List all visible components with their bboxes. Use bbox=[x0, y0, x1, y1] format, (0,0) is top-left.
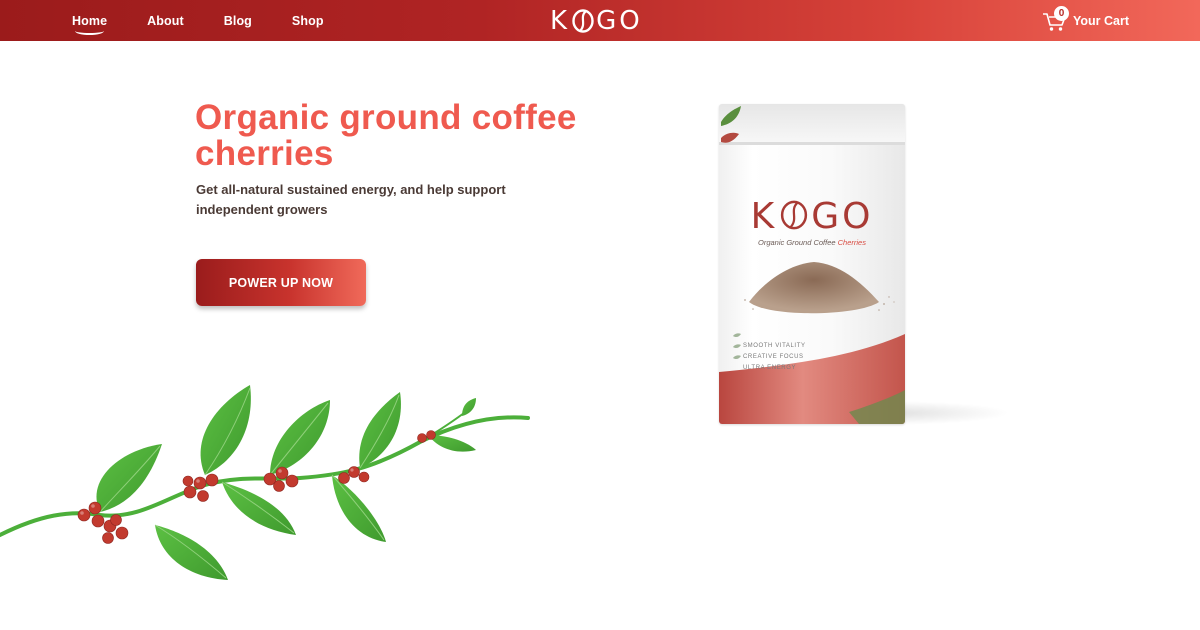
nav-shop-link[interactable]: Shop bbox=[292, 14, 324, 28]
brand-logo[interactable]: K GO bbox=[550, 6, 643, 36]
brand-logo-left: K bbox=[550, 6, 571, 36]
bag-brand-logo: K GO bbox=[719, 196, 905, 237]
coffee-bean-logo-icon bbox=[572, 9, 594, 33]
coffee-bean-icon bbox=[781, 200, 808, 230]
hero-title: Organic ground coffee cherries bbox=[195, 98, 577, 173]
bag-tagline: Organic Ground Coffee Cherries bbox=[719, 238, 905, 247]
bag-feature-list: SMOOTH VITALITY CREATIVE FOCUS ULTRA ENE… bbox=[743, 341, 806, 374]
main-nav: Home About Blog Shop bbox=[72, 0, 364, 41]
hero-subtitle: Get all-natural sustained energy, and he… bbox=[196, 182, 506, 217]
bag-feature-item: CREATIVE FOCUS bbox=[743, 354, 804, 360]
shopping-cart-icon: 0 bbox=[1042, 6, 1069, 32]
product-image: K GO Organic Ground Coffee Cherries SMOO… bbox=[700, 96, 1020, 436]
cart-count-badge: 0 bbox=[1054, 6, 1069, 21]
bag-graphics bbox=[719, 106, 905, 424]
bag-tagline-main: Organic Ground Coffee bbox=[758, 238, 838, 247]
bag-brand-right: GO bbox=[811, 196, 874, 237]
nav-about-link[interactable]: About bbox=[147, 14, 184, 28]
cart-label: Your Cart bbox=[1073, 14, 1130, 28]
coffee-bag: K GO Organic Ground Coffee Cherries SMOO… bbox=[719, 104, 905, 424]
bag-tagline-accent: Cherries bbox=[837, 238, 866, 247]
coffee-branch-illustration bbox=[0, 385, 530, 580]
cart-button[interactable]: 0 Your Cart bbox=[1042, 6, 1130, 34]
nav-blog-link[interactable]: Blog bbox=[224, 14, 252, 28]
bag-brand-left: K bbox=[750, 196, 778, 237]
bag-feature-item: ULTRA ENERGY bbox=[743, 365, 797, 371]
power-up-now-button[interactable]: POWER UP NOW bbox=[196, 259, 366, 306]
nav-home-link[interactable]: Home bbox=[72, 14, 107, 35]
top-navbar: Home About Blog Shop K GO 0 Your Cart bbox=[0, 0, 1200, 41]
brand-logo-right: GO bbox=[596, 6, 643, 36]
bag-feature-item: SMOOTH VITALITY bbox=[743, 343, 806, 349]
